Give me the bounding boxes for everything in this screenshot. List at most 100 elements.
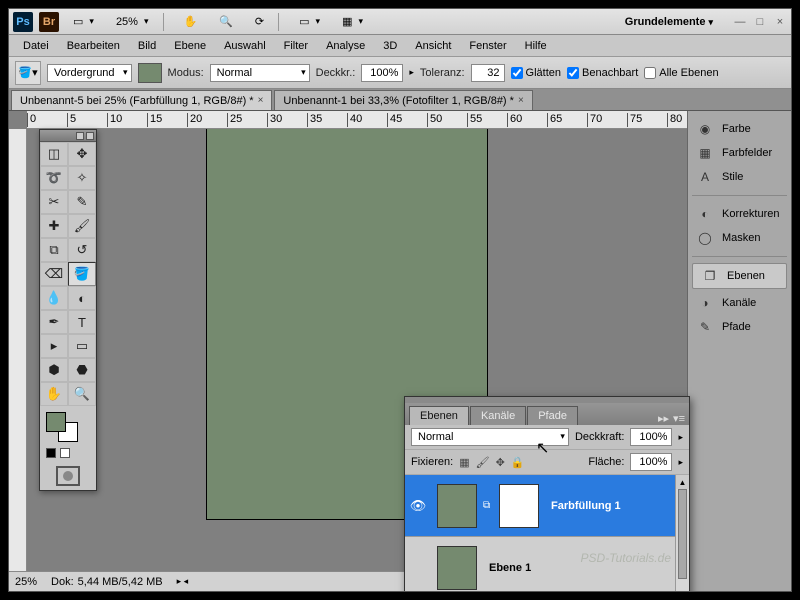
menu-3d[interactable]: 3D <box>375 37 405 55</box>
status-zoom[interactable]: 25% <box>15 576 37 588</box>
layer-thumbnail[interactable] <box>437 484 477 528</box>
lasso-tool-icon[interactable]: ➰ <box>40 166 68 190</box>
fill-opacity-input[interactable]: 100% <box>630 453 672 471</box>
menu-ansicht[interactable]: Ansicht <box>407 37 459 55</box>
tab-pfade[interactable]: Pfade <box>527 406 578 425</box>
3d-camera-tool-icon[interactable]: ⬣ <box>68 358 96 382</box>
bridge-logo-icon[interactable]: Br <box>39 12 59 32</box>
lock-pixels-icon[interactable]: 🖌 <box>476 456 490 469</box>
menu-ebene[interactable]: Ebene <box>166 37 214 55</box>
scroll-thumb[interactable] <box>678 489 687 579</box>
healing-brush-tool-icon[interactable]: ✚ <box>40 214 68 238</box>
antialias-checkbox[interactable]: Glätten <box>511 67 561 79</box>
tools-panel-header[interactable] <box>40 130 96 142</box>
pattern-swatch[interactable] <box>138 63 162 83</box>
default-colors-icon[interactable] <box>40 448 96 462</box>
close-tab-icon[interactable]: × <box>258 95 264 106</box>
menu-filter[interactable]: Filter <box>276 37 316 55</box>
collapse-panel-icon[interactable]: ▸▸ <box>658 412 669 425</box>
hand-tool-icon[interactable]: ✋ <box>40 382 68 406</box>
blur-tool-icon[interactable]: 💧 <box>40 286 68 310</box>
panel-shortcut-kanäle[interactable]: ◑Kanäle <box>688 291 791 315</box>
view-arrange-dropdown[interactable]: ▭ <box>65 13 102 30</box>
horizontal-ruler[interactable]: 05101520253035404550556065707580 <box>27 111 687 129</box>
menu-fenster[interactable]: Fenster <box>461 37 514 55</box>
panel-menu-icon[interactable]: ▾≡ <box>673 412 685 425</box>
tab-ebenen[interactable]: Ebenen <box>409 406 469 425</box>
menu-bild[interactable]: Bild <box>130 37 164 55</box>
menu-analyse[interactable]: Analyse <box>318 37 373 55</box>
zoom-tool-icon[interactable]: 🔍 <box>68 382 96 406</box>
menu-datei[interactable]: Datei <box>15 37 57 55</box>
paint-bucket-icon[interactable]: 🪣▾ <box>15 61 41 85</box>
ebenen-icon: ❐ <box>701 269 719 283</box>
foreground-color-swatch[interactable] <box>46 412 66 432</box>
panel-shortcut-farbe[interactable]: ◉Farbe <box>688 117 791 141</box>
panel-shortcut-korrekturen[interactable]: ◐Korrekturen <box>688 202 791 226</box>
clone-stamp-tool-icon[interactable]: ⧉ <box>40 238 68 262</box>
dodge-tool-icon[interactable]: ◐ <box>68 286 96 310</box>
shape-tool-icon[interactable]: ▭ <box>68 334 96 358</box>
blend-mode-select[interactable]: Normal <box>210 64 310 82</box>
fill-source-select[interactable]: Vordergrund <box>47 64 132 82</box>
hand-tool-icon[interactable]: ✋ <box>176 13 206 30</box>
zoom-tool-icon[interactable]: 🔍 <box>211 13 241 30</box>
scroll-up-icon[interactable]: ▲ <box>676 475 689 489</box>
extras-dropdown[interactable]: ▦ <box>334 13 371 30</box>
workspace-switcher[interactable]: Grundelemente <box>615 16 723 28</box>
menu-hilfe[interactable]: Hilfe <box>517 37 555 55</box>
magic-wand-tool-icon[interactable]: ✧ <box>68 166 96 190</box>
all-layers-checkbox[interactable]: Alle Ebenen <box>644 67 718 79</box>
lock-all-icon[interactable]: 🔒 <box>511 456 525 469</box>
lock-transparency-icon[interactable]: ▦ <box>459 456 469 469</box>
eyedropper-tool-icon[interactable]: ✎ <box>68 190 96 214</box>
maximize-button[interactable]: □ <box>753 16 767 28</box>
layer-opacity-input[interactable]: 100% <box>630 428 672 446</box>
layers-scrollbar[interactable]: ▲ ▼ <box>675 475 689 591</box>
menu-bearbeiten[interactable]: Bearbeiten <box>59 37 128 55</box>
layer-row[interactable]: 👁⧉Farbfüllung 1 <box>405 475 689 537</box>
pen-tool-icon[interactable]: ✒ <box>40 310 68 334</box>
quick-mask-toggle[interactable] <box>56 466 80 486</box>
paint-bucket-tool-icon[interactable]: 🪣 <box>68 262 96 286</box>
minimize-button[interactable]: — <box>733 16 747 28</box>
foreground-background-colors[interactable] <box>44 410 92 444</box>
layers-panel[interactable]: Ebenen Kanäle Pfade ▸▸▾≡ Normal Deckkraf… <box>404 396 690 591</box>
panel-shortcut-farbfelder[interactable]: ▦Farbfelder <box>688 141 791 165</box>
layer-name[interactable]: Ebene 1 <box>483 562 531 574</box>
brush-tool-icon[interactable]: 🖌 <box>68 214 96 238</box>
opacity-input[interactable]: 100% <box>361 64 403 82</box>
eraser-tool-icon[interactable]: ⌫ <box>40 262 68 286</box>
panel-shortcut-ebenen[interactable]: ❐Ebenen <box>692 263 787 289</box>
crop-tool-icon[interactable]: ✂ <box>40 190 68 214</box>
tools-panel[interactable]: ◫ ✥ ➰ ✧ ✂ ✎ ✚ 🖌 ⧉ ↺ ⌫ 🪣 💧 ◐ ✒ T ▸ ▭ ⬢ ⬣ <box>39 129 97 491</box>
layer-name[interactable]: Farbfüllung 1 <box>545 500 621 512</box>
menu-auswahl[interactable]: Auswahl <box>216 37 274 55</box>
visibility-toggle-icon[interactable]: 👁 <box>405 498 431 514</box>
layer-blend-mode-select[interactable]: Normal <box>411 428 569 446</box>
panel-shortcut-pfade[interactable]: ✎Pfade <box>688 315 791 339</box>
close-tab-icon[interactable]: × <box>518 95 524 106</box>
document-tab[interactable]: Unbenannt-5 bei 25% (Farbfüllung 1, RGB/… <box>11 90 272 110</box>
layer-thumbnail[interactable] <box>437 546 477 590</box>
path-select-tool-icon[interactable]: ▸ <box>40 334 68 358</box>
move-tool-icon[interactable]: ✥ <box>68 142 96 166</box>
marquee-tool-icon[interactable]: ◫ <box>40 142 68 166</box>
layer-row[interactable]: Ebene 1 <box>405 537 689 591</box>
mask-thumbnail[interactable] <box>499 484 539 528</box>
type-tool-icon[interactable]: T <box>68 310 96 334</box>
document-tab[interactable]: Unbenannt-1 bei 33,3% (Fotofilter 1, RGB… <box>274 90 532 110</box>
screen-mode-dropdown[interactable]: ▭ <box>291 13 328 30</box>
close-button[interactable]: × <box>773 16 787 28</box>
zoom-level-dropdown[interactable]: 25% <box>108 14 157 30</box>
contiguous-checkbox[interactable]: Benachbart <box>567 67 638 79</box>
panel-shortcut-stile[interactable]: AStile <box>688 165 791 189</box>
tab-kanaele[interactable]: Kanäle <box>470 406 526 425</box>
rotate-view-icon[interactable]: ⟳ <box>247 13 272 30</box>
history-brush-tool-icon[interactable]: ↺ <box>68 238 96 262</box>
tolerance-input[interactable]: 32 <box>471 64 505 82</box>
lock-position-icon[interactable]: ✥ <box>496 456 505 469</box>
3d-tool-icon[interactable]: ⬢ <box>40 358 68 382</box>
vertical-ruler[interactable] <box>9 129 27 571</box>
panel-shortcut-masken[interactable]: ◯Masken <box>688 226 791 250</box>
